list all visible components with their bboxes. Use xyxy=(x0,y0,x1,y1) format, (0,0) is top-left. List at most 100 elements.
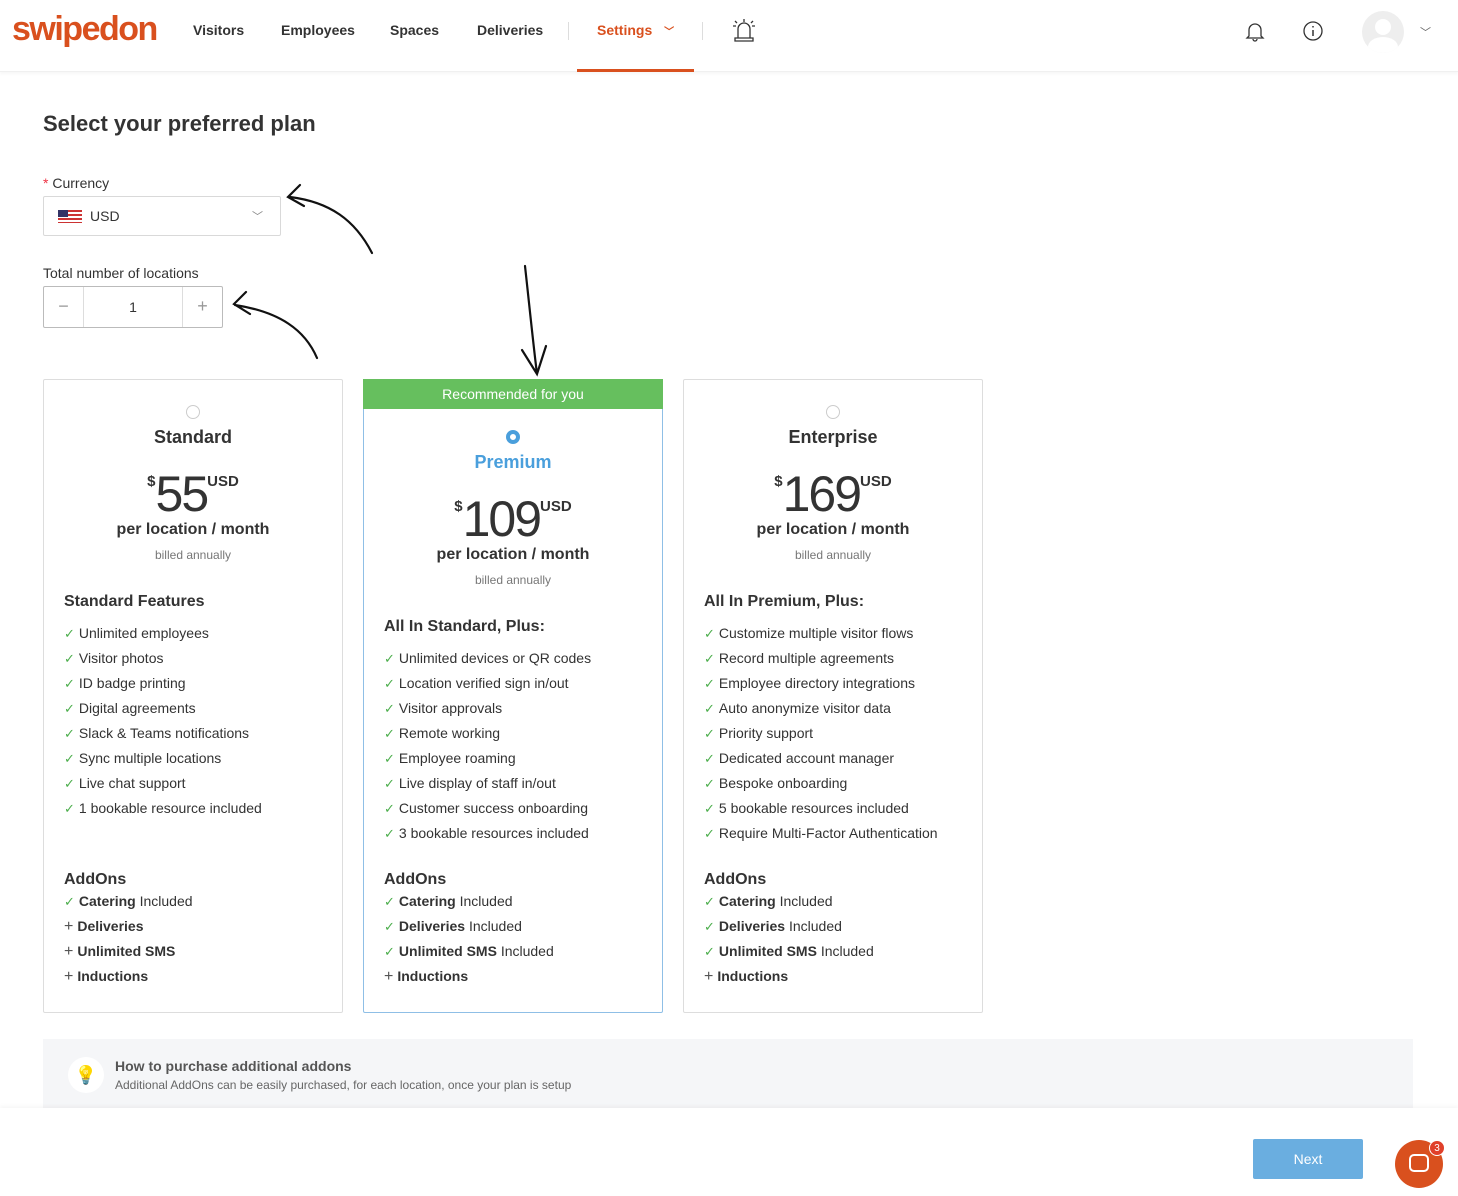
feature-item: ✓ 5 bookable resources included xyxy=(704,800,909,817)
nav-visitors[interactable]: Visitors xyxy=(193,22,244,38)
feature-text: Priority support xyxy=(718,725,814,741)
feature-item: ✓ Unlimited devices or QR codes xyxy=(384,650,591,667)
feature-item: ✓ Customer success onboarding xyxy=(384,800,588,817)
plan-radio[interactable] xyxy=(506,430,520,444)
feature-text: 3 bookable resources included xyxy=(398,825,589,841)
plan-card-standard[interactable]: Standard $55USD per location / month billed… xyxy=(43,379,343,1013)
feature-item: ✓ Visitor approvals xyxy=(384,700,502,717)
locations-stepper[interactable]: − 1 + xyxy=(43,286,223,328)
feature-item: ✓ Employee roaming xyxy=(384,750,516,767)
feature-text: Auto anonymize visitor data xyxy=(718,700,891,716)
info-icon[interactable] xyxy=(1302,20,1324,42)
feature-text: Sync multiple locations xyxy=(78,750,222,766)
price-value: 109 xyxy=(462,491,542,547)
feature-text: Record multiple agreements xyxy=(718,650,894,666)
feature-item: ✓ Auto anonymize visitor data xyxy=(704,700,891,717)
locations-input[interactable]: 1 xyxy=(84,287,182,327)
addon-status: Included xyxy=(139,893,193,909)
alarm-light-icon[interactable] xyxy=(730,18,758,42)
feature-text: Customize multiple visitor flows xyxy=(718,625,914,641)
feature-item: ✓ Sync multiple locations xyxy=(64,750,221,767)
currency-label-text: Currency xyxy=(52,175,110,191)
feature-item: ✓ 1 bookable resource included xyxy=(64,800,262,817)
addon-item: + Inductions xyxy=(384,968,468,986)
addon-item: ✓ Catering Included xyxy=(64,893,193,910)
addon-name: Catering xyxy=(718,893,776,909)
check-icon: ✓ xyxy=(64,676,75,691)
swipedon-logo[interactable]: swipedon xyxy=(12,10,158,49)
addon-item: ✓ Catering Included xyxy=(384,893,513,910)
check-icon: ✓ xyxy=(384,776,395,791)
bell-icon[interactable] xyxy=(1244,20,1266,42)
check-icon: ✓ xyxy=(384,826,395,841)
footer-bar xyxy=(0,1108,1458,1196)
feature-text: Slack & Teams notifications xyxy=(78,725,250,741)
plus-icon: + xyxy=(704,968,714,985)
check-icon: ✓ xyxy=(704,651,715,666)
chat-badge: 3 xyxy=(1429,1140,1445,1156)
check-icon: ✓ xyxy=(384,701,395,716)
annotation-arrows xyxy=(232,183,374,360)
check-icon: ✓ xyxy=(384,676,395,691)
price-period: per location / month xyxy=(756,521,910,538)
addon-name: Deliveries xyxy=(398,918,466,934)
nav-deliveries[interactable]: Deliveries xyxy=(477,22,543,38)
price-currency: USD xyxy=(207,473,239,490)
chevron-down-icon[interactable]: ﹀ xyxy=(1420,24,1431,40)
feature-item: ✓ 3 bookable resources included xyxy=(384,825,589,842)
nav-spaces[interactable]: Spaces xyxy=(390,22,439,38)
feature-item: ✓ Bespoke onboarding xyxy=(704,775,847,792)
plus-icon: + xyxy=(64,918,74,935)
addons-title: AddOns xyxy=(704,871,767,888)
plan-radio[interactable] xyxy=(186,405,200,419)
avatar[interactable] xyxy=(1362,11,1404,53)
check-icon: ✓ xyxy=(704,919,715,934)
next-button[interactable]: Next xyxy=(1253,1139,1363,1179)
info-text: Additional AddOns can be easily purchase… xyxy=(115,1078,572,1092)
check-icon: ✓ xyxy=(704,751,715,766)
plan-card-premium[interactable]: Recommended for you Premium $109USD per loc… xyxy=(363,379,663,1013)
price-currency: USD xyxy=(540,498,572,515)
plus-icon: + xyxy=(64,943,74,960)
addon-item: + Unlimited SMS xyxy=(64,943,175,961)
plan-card-enterprise[interactable]: Enterprise $169USD per location / month bil… xyxy=(683,379,983,1013)
feature-text: 5 bookable resources included xyxy=(718,800,909,816)
addons-title: AddOns xyxy=(64,871,127,888)
billing-note: billed annually xyxy=(794,548,872,562)
plan-name: Standard xyxy=(153,427,232,447)
decrement-button[interactable]: − xyxy=(44,287,84,327)
addon-name: Inductions xyxy=(397,968,469,984)
page-title: Select your preferred plan xyxy=(43,111,316,136)
price-period: per location / month xyxy=(436,546,590,563)
feature-item: ✓ Record multiple agreements xyxy=(704,650,894,667)
feature-text: Require Multi-Factor Authentication xyxy=(718,825,938,841)
check-icon: ✓ xyxy=(704,701,715,716)
plus-icon: + xyxy=(64,968,74,985)
features-title: All In Premium, Plus: xyxy=(704,593,865,610)
feature-text: ID badge printing xyxy=(78,675,186,691)
feature-text: Live display of staff in/out xyxy=(398,775,556,791)
addon-status: Included xyxy=(788,918,842,934)
addon-status: Included xyxy=(500,943,554,959)
plan-radio[interactable] xyxy=(826,405,840,419)
increment-button[interactable]: + xyxy=(182,287,222,327)
feature-item: ✓ Slack & Teams notifications xyxy=(64,725,249,742)
feature-item: ✓ Unlimited employees xyxy=(64,625,209,642)
annotation-arrow-down xyxy=(520,264,548,377)
chat-launcher[interactable]: 3 xyxy=(1395,1140,1445,1188)
check-icon: ✓ xyxy=(64,726,75,741)
feature-text: Bespoke onboarding xyxy=(718,775,848,791)
addon-status: Included xyxy=(820,943,874,959)
feature-text: Unlimited employees xyxy=(78,625,209,641)
billing-note: billed annually xyxy=(154,548,232,562)
feature-text: Visitor photos xyxy=(78,650,164,666)
nav-settings[interactable]: Settings ﹀ xyxy=(597,22,674,38)
addon-item: ✓ Catering Included xyxy=(704,893,833,910)
nav-employees[interactable]: Employees xyxy=(281,22,355,38)
plan-price: $55USD xyxy=(44,465,342,523)
addon-name: Unlimited SMS xyxy=(718,943,817,959)
check-icon: ✓ xyxy=(64,776,75,791)
check-icon: ✓ xyxy=(64,701,75,716)
check-icon: ✓ xyxy=(64,801,75,816)
addon-item: ✓ Unlimited SMS Included xyxy=(384,943,554,960)
